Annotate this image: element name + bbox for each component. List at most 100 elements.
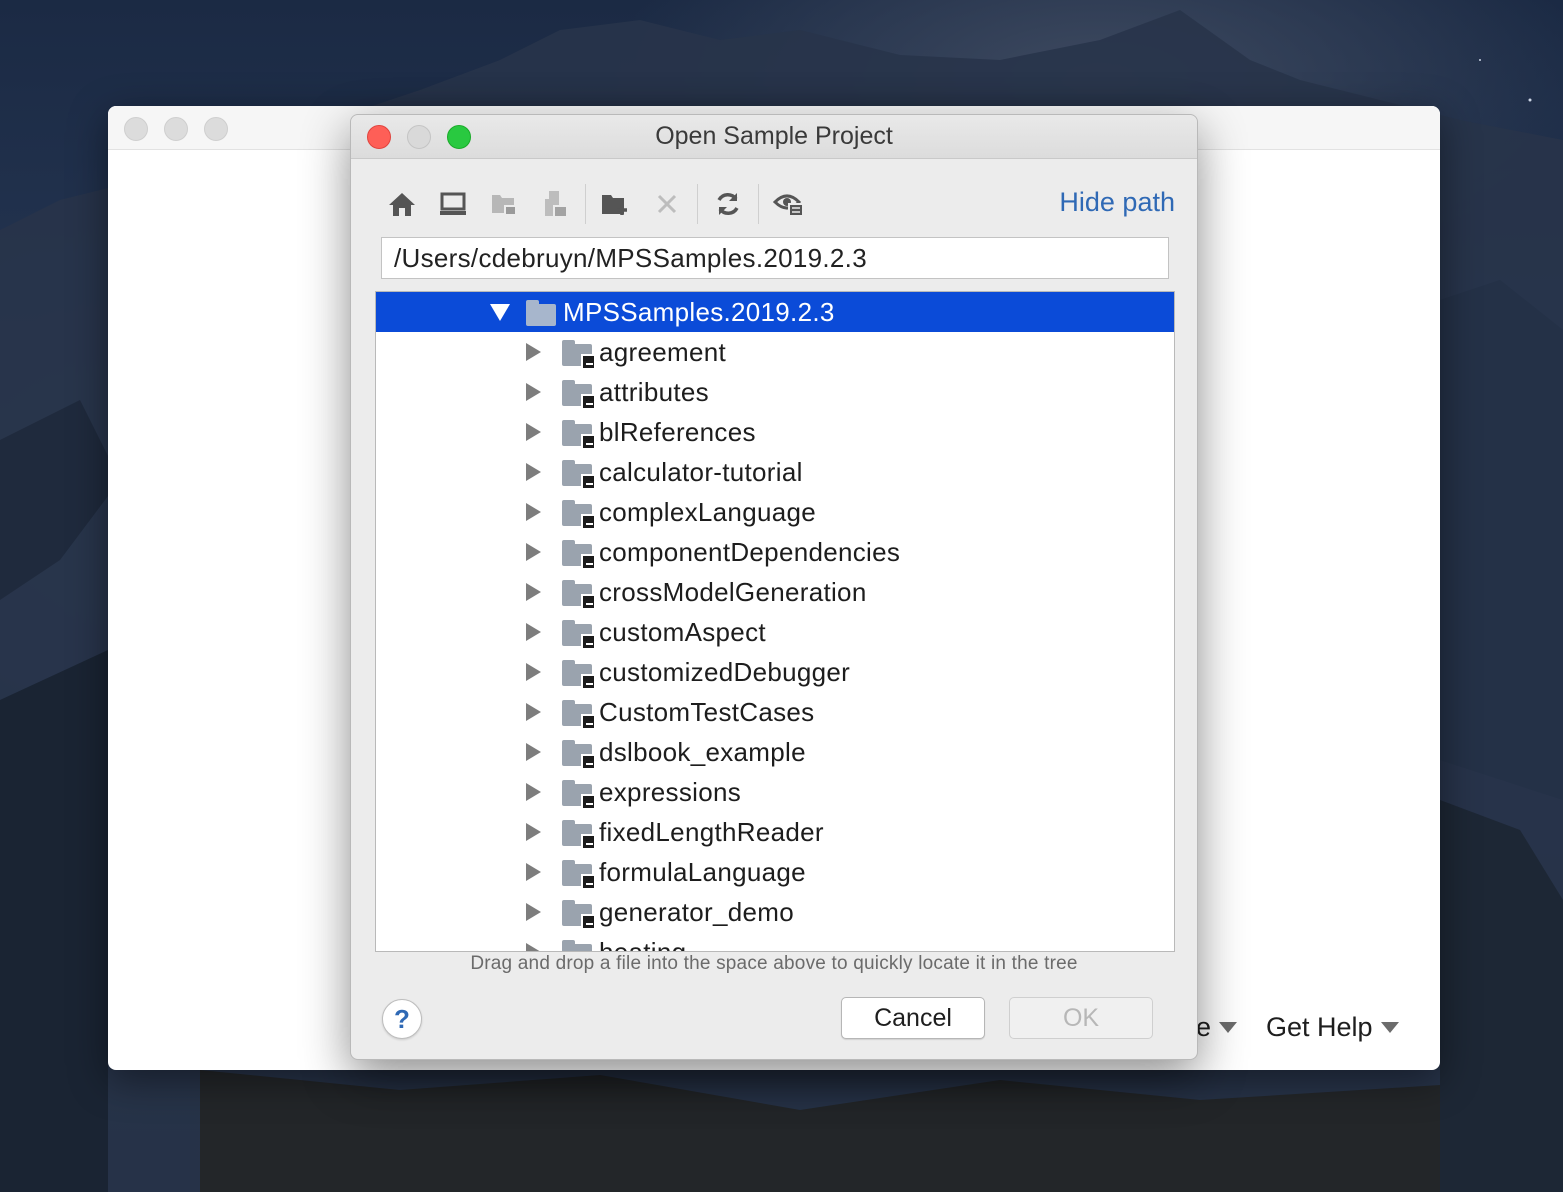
module-folder-icon	[562, 780, 596, 810]
module-icon	[545, 191, 568, 218]
toolbar-separator	[585, 184, 586, 224]
expand-arrow-right-icon[interactable]	[526, 863, 541, 881]
expand-arrow-right-icon[interactable]	[526, 463, 541, 481]
tree-item-row[interactable]: heating	[376, 932, 1174, 952]
zoom-button-inactive[interactable]	[204, 117, 228, 141]
refresh-button[interactable]	[707, 183, 749, 225]
tree-item-label: agreement	[599, 336, 726, 367]
home-button[interactable]	[381, 183, 423, 225]
configure-menu-label: e	[1196, 1012, 1212, 1042]
refresh-icon	[717, 193, 739, 215]
chevron-down-icon	[1380, 1022, 1399, 1033]
file-chooser-toolbar: Hide path	[381, 181, 1177, 227]
tree-item-label: CustomTestCases	[599, 696, 815, 727]
module-folder-icon	[562, 700, 596, 730]
get-help-menu[interactable]: Get Help	[1266, 1012, 1399, 1043]
tree-root-label: MPSSamples.2019.2.3	[563, 296, 835, 327]
tree-item-row[interactable]: customAspect	[376, 612, 1174, 652]
file-tree[interactable]: MPSSamples.2019.2.3 agreement attributes b…	[375, 291, 1175, 952]
tree-item-row[interactable]: componentDependencies	[376, 532, 1174, 572]
expand-arrow-right-icon[interactable]	[526, 583, 541, 601]
tree-item-row[interactable]: blReferences	[376, 412, 1174, 452]
chevron-down-icon	[1219, 1022, 1238, 1033]
cancel-button[interactable]: Cancel	[841, 997, 985, 1039]
show-hidden-files-button[interactable]	[768, 183, 810, 225]
tree-item-row[interactable]: crossModelGeneration	[376, 572, 1174, 612]
path-input[interactable]: /Users/cdebruyn/MPSSamples.2019.2.3	[381, 237, 1169, 279]
tree-item-label: componentDependencies	[599, 536, 901, 567]
tree-item-row[interactable]: CustomTestCases	[376, 692, 1174, 732]
module-folder-icon	[562, 820, 596, 850]
tree-item-row[interactable]: customizedDebugger	[376, 652, 1174, 692]
tree-item-label: blReferences	[599, 416, 756, 447]
expand-arrow-right-icon[interactable]	[526, 823, 541, 841]
help-button[interactable]: ?	[382, 999, 422, 1039]
module-folder-icon	[562, 660, 596, 690]
expand-arrow-right-icon[interactable]	[526, 543, 541, 561]
tree-root-row[interactable]: MPSSamples.2019.2.3	[376, 292, 1174, 332]
tree-item-row[interactable]: complexLanguage	[376, 492, 1174, 532]
expand-arrow-right-icon[interactable]	[526, 703, 541, 721]
module-folder-icon	[562, 460, 596, 490]
tree-item-label: generator_demo	[599, 896, 794, 927]
expand-arrow-right-icon[interactable]	[526, 383, 541, 401]
get-help-label: Get Help	[1266, 1012, 1373, 1042]
tree-item-label: heating	[599, 936, 687, 952]
configure-menu-partial[interactable]: e	[1196, 1012, 1238, 1043]
tree-item-row[interactable]: expressions	[376, 772, 1174, 812]
tree-item-row[interactable]: fixedLengthReader	[376, 812, 1174, 852]
desktop-icon	[440, 192, 466, 215]
close-button-inactive[interactable]	[124, 117, 148, 141]
zoom-button[interactable]	[447, 125, 471, 149]
module-button[interactable]	[534, 183, 576, 225]
delete-button[interactable]	[646, 183, 688, 225]
expand-arrow-right-icon[interactable]	[526, 623, 541, 641]
home-icon	[389, 193, 415, 216]
open-sample-project-dialog: Open Sample Project Hide path /Users/cde…	[350, 114, 1198, 1060]
tree-item-label: customizedDebugger	[599, 656, 851, 687]
expand-arrow-right-icon[interactable]	[526, 423, 541, 441]
tree-item-row[interactable]: generator_demo	[376, 892, 1174, 932]
tree-item-row[interactable]: attributes	[376, 372, 1174, 412]
module-folder-icon	[562, 580, 596, 610]
minimize-button-inactive[interactable]	[164, 117, 188, 141]
tree-item-row[interactable]: formulaLanguage	[376, 852, 1174, 892]
delete-icon	[657, 194, 677, 214]
expand-arrow-right-icon[interactable]	[526, 783, 541, 801]
toolbar-separator	[758, 184, 759, 224]
module-folder-icon	[562, 340, 596, 370]
expand-arrow-right-icon[interactable]	[526, 663, 541, 681]
module-folder-icon	[562, 940, 594, 951]
desktop-button[interactable]	[432, 183, 474, 225]
minimize-button[interactable]	[407, 125, 431, 149]
tree-item-row[interactable]: dslbook_example	[376, 732, 1174, 772]
help-icon: ?	[394, 1003, 410, 1034]
expand-arrow-right-icon[interactable]	[526, 503, 541, 521]
tree-item-label: complexLanguage	[599, 496, 816, 527]
expand-arrow-right-icon[interactable]	[526, 943, 541, 951]
tree-item-row[interactable]: calculator-tutorial	[376, 452, 1174, 492]
tree-item-row[interactable]: agreement	[376, 332, 1174, 372]
hide-path-link[interactable]: Hide path	[1059, 187, 1175, 218]
tree-children: agreement attributes blReferences calculato…	[376, 332, 1174, 952]
expand-arrow-right-icon[interactable]	[526, 903, 541, 921]
new-folder-button[interactable]	[595, 183, 637, 225]
project-folder-icon	[492, 195, 517, 216]
expand-arrow-right-icon[interactable]	[526, 743, 541, 761]
module-folder-icon	[562, 620, 596, 650]
ok-button[interactable]: OK	[1009, 997, 1153, 1039]
tree-item-label: fixedLengthReader	[599, 816, 824, 847]
tree-item-label: formulaLanguage	[599, 856, 806, 887]
drag-drop-hint: Drag and drop a file into the space abov…	[470, 953, 1078, 974]
expand-arrow-right-icon[interactable]	[526, 343, 541, 361]
tree-item-label: customAspect	[599, 616, 766, 647]
module-folder-icon	[562, 500, 596, 530]
close-button[interactable]	[367, 125, 391, 149]
project-folder-button[interactable]	[483, 183, 525, 225]
tree-item-label: attributes	[599, 376, 709, 407]
show-hidden-icon	[773, 194, 804, 217]
new-folder-icon	[602, 195, 627, 215]
expand-arrow-down-icon[interactable]	[490, 304, 510, 321]
folder-icon	[526, 300, 558, 326]
module-folder-icon	[562, 380, 596, 410]
